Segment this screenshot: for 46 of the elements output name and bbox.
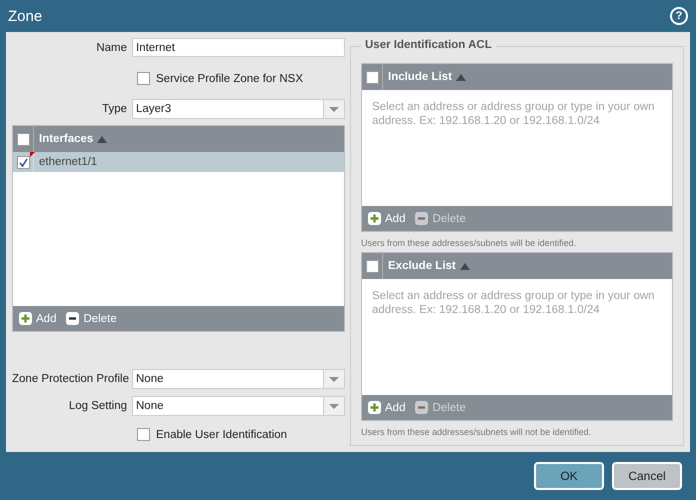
minus-icon [415,401,428,414]
group-title: User Identification ACL [361,39,496,51]
dropdown-icon [323,370,344,388]
field-label: Type [101,102,128,114]
table-row[interactable]: ethernet1/1 [13,152,344,172]
field-label: Zone Protection Profile [12,372,130,384]
plus-icon [368,212,381,225]
placeholder-text: Select an address or address group or type in your own address. Ex: 192.168.1.20 or 192.168.1.0/24 [371,289,656,318]
log-setting-select[interactable]: None [132,396,345,416]
checkbox-label: Service Profile Zone for NSX [156,72,304,84]
checkbox[interactable] [16,156,30,168]
checkbox[interactable] [366,260,378,272]
sort-icon [460,262,470,270]
delete-button[interactable]: Delete [66,312,117,325]
placeholder-text: Select an address or address group or type in your own address. Ex: 192.168.1.20 or 192.168.1.0/24 [371,100,656,129]
field-label: Log Setting [68,400,128,412]
sort-icon [97,136,108,142]
add-button[interactable]: Add [368,401,406,414]
checkbox[interactable] [366,70,378,84]
table-cell-text: ethernet1/1 [38,156,98,168]
sort-icon [456,74,466,80]
window-title: Zone [8,8,42,24]
help-button[interactable]: ? [670,7,688,25]
add-button[interactable]: Add [19,312,56,325]
add-button[interactable]: Add [368,212,406,225]
minus-icon [66,312,80,325]
checkbox[interactable] [16,132,30,146]
column-header[interactable]: Include List [383,71,452,83]
field-label: Name [95,42,128,54]
ok-button[interactable]: OK [534,462,604,490]
name-field[interactable]: Internet [132,38,345,57]
minus-icon [415,212,428,225]
checkbox[interactable] [137,72,150,85]
cancel-button[interactable]: Cancel [612,462,682,490]
hint-text: Users from these addresses/subnets will be identified. [361,237,578,250]
hint-text: Users from these addresses/subnets will not be identified. [361,426,592,439]
column-header[interactable]: Exclude List [383,260,456,272]
dropdown-icon [323,100,344,118]
checkbox[interactable] [137,428,150,441]
plus-icon [368,401,381,414]
dropdown-icon [323,396,344,414]
type-select[interactable]: Layer3 [132,98,345,118]
checkbox-label: Enable User Identification [156,428,288,440]
zone-protection-select[interactable]: None [132,368,345,388]
column-header[interactable]: Interfaces [34,133,94,145]
plus-icon [19,312,32,325]
